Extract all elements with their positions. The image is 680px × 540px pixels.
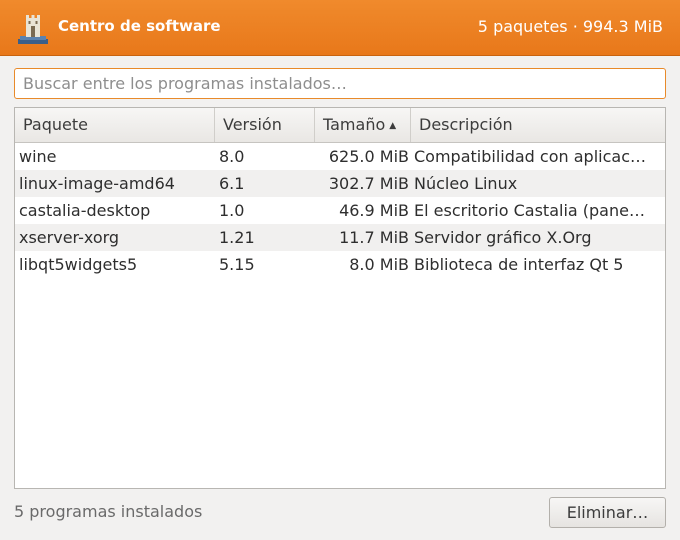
table-row[interactable]: linux-image-amd64 6.1 302.7 MiB Núcleo L… xyxy=(15,170,665,197)
package-size: 8.0 MiB xyxy=(349,255,409,274)
packages-table: Paquete Versión Tamaño ▲ Descripción wine… xyxy=(14,107,666,489)
column-header-label: Versión xyxy=(223,115,282,134)
table-row[interactable]: xserver-xorg 1.21 11.7 MiB Servidor gráf… xyxy=(15,224,665,251)
package-version: 5.15 xyxy=(219,255,255,274)
table-row[interactable]: libqt5widgets5 5.15 8.0 MiB Biblioteca d… xyxy=(15,251,665,278)
package-description: Biblioteca de interfaz Qt 5 xyxy=(414,255,624,274)
table-header: Paquete Versión Tamaño ▲ Descripción xyxy=(15,108,665,143)
package-version: 1.0 xyxy=(219,201,245,220)
installed-count: 5 programas instalados xyxy=(14,502,203,521)
search-input[interactable] xyxy=(14,68,666,99)
column-header-description[interactable]: Descripción xyxy=(411,108,665,142)
package-name: xserver-xorg xyxy=(19,228,120,247)
remove-button[interactable]: Eliminar… xyxy=(549,497,666,528)
package-description: Servidor gráfico X.Org xyxy=(414,228,592,247)
package-name: castalia-desktop xyxy=(19,201,151,220)
app-title: Centro de software xyxy=(58,17,221,35)
package-size: 302.7 MiB xyxy=(328,174,409,193)
package-description: Núcleo Linux xyxy=(414,174,518,193)
package-description: Compatibilidad con aplicac… xyxy=(414,147,646,166)
package-size: 625.0 MiB xyxy=(328,147,409,166)
package-name: wine xyxy=(19,147,57,166)
column-header-label: Paquete xyxy=(23,115,88,134)
header-bar: Centro de software 5 paquetes · 994.3 Mi… xyxy=(0,0,680,56)
table-body: wine 8.0 625.0 MiB Compatibilidad con ap… xyxy=(15,143,665,278)
column-header-version[interactable]: Versión xyxy=(215,108,315,142)
column-header-package[interactable]: Paquete xyxy=(15,108,215,142)
package-size: 46.9 MiB xyxy=(339,201,409,220)
package-summary: 5 paquetes · 994.3 MiB xyxy=(477,17,663,36)
app-castle-icon xyxy=(18,15,48,44)
column-header-label: Tamaño xyxy=(323,115,386,134)
package-version: 8.0 xyxy=(219,147,245,166)
package-name: linux-image-amd64 xyxy=(19,174,175,193)
package-version: 6.1 xyxy=(219,174,245,193)
package-size: 11.7 MiB xyxy=(339,228,409,247)
package-version: 1.21 xyxy=(219,228,255,247)
column-header-size[interactable]: Tamaño ▲ xyxy=(315,108,411,142)
table-row[interactable]: wine 8.0 625.0 MiB Compatibilidad con ap… xyxy=(15,143,665,170)
column-header-label: Descripción xyxy=(419,115,513,134)
table-row[interactable]: castalia-desktop 1.0 46.9 MiB El escrito… xyxy=(15,197,665,224)
sort-up-icon: ▲ xyxy=(389,121,397,131)
package-description: El escritorio Castalia (pane… xyxy=(414,201,645,220)
package-name: libqt5widgets5 xyxy=(19,255,138,274)
